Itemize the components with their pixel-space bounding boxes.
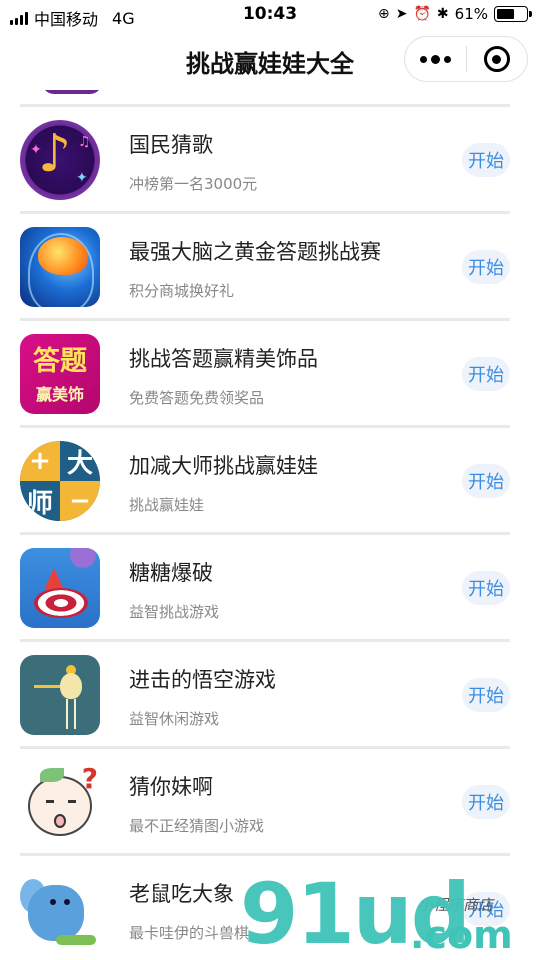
- battery-icon: [494, 6, 532, 22]
- elephant-icon: [20, 869, 100, 949]
- start-button[interactable]: 开始: [462, 678, 510, 712]
- list-item-partial: [20, 90, 510, 107]
- app-description: 积分商城换好礼: [129, 282, 235, 300]
- start-button[interactable]: 开始: [462, 143, 510, 177]
- app-name: 进击的悟空游戏: [129, 668, 276, 692]
- list-item[interactable]: 老鼠吃大象 最卡哇伊的斗兽棋 开始: [0, 856, 540, 960]
- quiz-icon: 答题 赢美饰: [20, 334, 100, 414]
- rotation-lock-icon: ⊕: [378, 6, 390, 22]
- app-name: 加减大师挑战赢娃娃: [129, 454, 318, 478]
- candy-icon: [20, 548, 100, 628]
- battery-percent: 61%: [454, 5, 488, 23]
- status-bar-right: ⊕ ➤ ⏰ ✱ 61%: [378, 5, 532, 23]
- close-button[interactable]: [467, 37, 527, 81]
- app-description: 挑战赢娃娃: [129, 496, 205, 514]
- partial-app-icon: [42, 90, 102, 94]
- battery-fill: [497, 9, 515, 19]
- app-description: 最不正经猜图小游戏: [129, 817, 265, 835]
- sister-icon: ?: [20, 762, 100, 842]
- quiz-icon-subtext: 赢美饰: [35, 385, 84, 404]
- app-name: 挑战答题赢精美饰品: [129, 347, 318, 371]
- list-item[interactable]: 答题 赢美饰 挑战答题赢精美饰品 免费答题免费领奖品 开始: [0, 321, 540, 428]
- minus-glyph: −: [60, 481, 100, 521]
- start-button[interactable]: 开始: [462, 785, 510, 819]
- more-button[interactable]: [405, 37, 466, 81]
- start-button[interactable]: 开始: [462, 250, 510, 284]
- more-dot-icon: [420, 55, 427, 63]
- mini-program-capsule: [404, 36, 528, 82]
- game-list[interactable]: ♪ ✦ ♫ ✦ 国民猜歌 冲榜第一名3000元 开始 最强大脑之黄金答题挑战赛 …: [0, 90, 540, 960]
- start-button[interactable]: 开始: [462, 357, 510, 391]
- plus-glyph: +: [20, 441, 60, 481]
- app-name: 老鼠吃大象: [129, 882, 234, 906]
- app-name: 最强大脑之黄金答题挑战赛: [129, 240, 381, 264]
- brain-icon: [20, 227, 100, 307]
- quiz-icon-text: 答题: [33, 346, 87, 377]
- location-icon: ➤: [395, 6, 408, 22]
- music-note-icon: ♪ ✦ ♫ ✦: [20, 120, 100, 200]
- list-item[interactable]: 最强大脑之黄金答题挑战赛 积分商城换好礼 开始: [0, 214, 540, 321]
- more-dot-icon: [444, 55, 451, 63]
- app-name: 猜你妹啊: [129, 775, 213, 799]
- math-icon-text: 师: [20, 481, 60, 521]
- more-dot-icon: [431, 54, 440, 64]
- app-name: 糖糖爆破: [129, 561, 213, 585]
- list-item[interactable]: ♪ ✦ ♫ ✦ 国民猜歌 冲榜第一名3000元 开始: [0, 107, 540, 214]
- alarm-icon: ⏰: [413, 6, 431, 22]
- wukong-icon: [20, 655, 100, 735]
- start-button[interactable]: 开始: [462, 464, 510, 498]
- start-button[interactable]: 开始: [462, 892, 510, 926]
- list-item[interactable]: + 大 师 − 加减大师挑战赢娃娃 挑战赢娃娃 开始: [0, 428, 540, 535]
- app-description: 益智休闲游戏: [129, 710, 220, 728]
- math-icon: + 大 师 −: [20, 441, 100, 521]
- app-description: 免费答题免费领奖品: [129, 389, 265, 407]
- app-name: 国民猜歌: [129, 133, 213, 157]
- list-item[interactable]: 进击的悟空游戏 益智休闲游戏 开始: [0, 642, 540, 749]
- list-item[interactable]: ? 猜你妹啊 最不正经猜图小游戏 开始: [0, 749, 540, 856]
- math-icon-text: 大: [60, 441, 100, 481]
- start-button[interactable]: 开始: [462, 571, 510, 605]
- app-description: 最卡哇伊的斗兽棋: [129, 924, 250, 942]
- status-bar: 中国移动 4G 10:43 ⊕ ➤ ⏰ ✱ 61%: [0, 0, 540, 30]
- close-target-icon: [483, 46, 510, 72]
- app-description: 益智挑战游戏: [129, 603, 220, 621]
- app-description: 冲榜第一名3000元: [129, 175, 258, 193]
- navigation-bar: 挑战赢娃娃大全: [0, 30, 540, 90]
- bluetooth-icon: ✱: [436, 6, 449, 22]
- list-item[interactable]: 糖糖爆破 益智挑战游戏 开始: [0, 535, 540, 642]
